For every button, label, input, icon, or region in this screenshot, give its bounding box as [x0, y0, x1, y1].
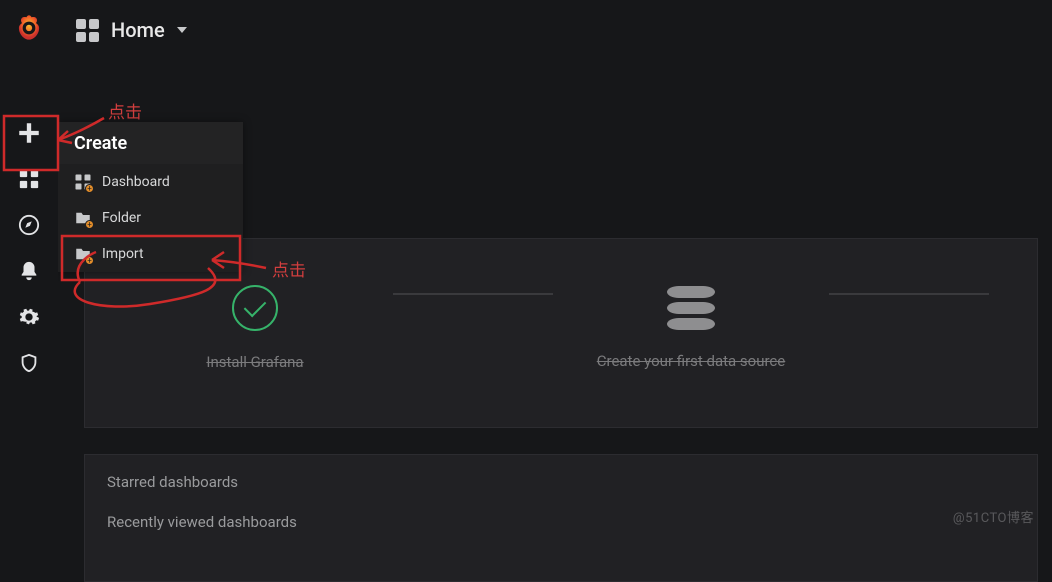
onboarding-step-label: Install Grafana	[206, 353, 303, 371]
folder-add-icon	[74, 209, 92, 227]
create-flyout-menu: Create Dashboard Folder Import	[58, 122, 243, 272]
create-import-item[interactable]: Import	[58, 236, 243, 272]
configuration-button[interactable]	[0, 294, 58, 340]
menu-item-label: Dashboard	[102, 174, 170, 190]
create-folder-item[interactable]: Folder	[58, 200, 243, 236]
create-button[interactable]	[0, 110, 58, 156]
recent-dashboards-heading: Recently viewed dashboards	[107, 513, 1015, 531]
create-flyout-header: Create	[58, 122, 243, 164]
step-connector	[393, 293, 553, 295]
dashboard-picker-label: Home	[111, 18, 165, 42]
onboarding-step-install[interactable]: Install Grafana	[125, 285, 385, 371]
database-icon	[667, 286, 715, 330]
topbar: Home	[58, 0, 1052, 60]
starred-dashboards-heading: Starred dashboards	[107, 473, 1015, 491]
create-dashboard-item[interactable]: Dashboard	[58, 164, 243, 200]
annotation-click-import: 点击	[272, 256, 306, 281]
main-content: Install Grafana Create your first data s…	[84, 238, 1038, 582]
sidebar-nav	[0, 0, 58, 536]
watermark: @51CTO博客	[953, 507, 1034, 526]
onboarding-step-datasource[interactable]: Create your first data source	[561, 286, 821, 370]
dashboards-list-panel: Starred dashboards Recently viewed dashb…	[84, 454, 1038, 582]
chevron-down-icon	[177, 27, 187, 33]
onboarding-step-label: Create your first data source	[597, 352, 786, 370]
import-icon	[74, 245, 92, 263]
step-connector	[829, 293, 989, 295]
dashboards-button[interactable]	[0, 156, 58, 202]
annotation-click-plus: 点击	[108, 98, 142, 123]
dashboard-picker-button[interactable]: Home	[76, 18, 187, 42]
alerting-button[interactable]	[0, 248, 58, 294]
menu-item-label: Folder	[102, 210, 141, 226]
dashboard-icon	[76, 19, 99, 42]
explore-button[interactable]	[0, 202, 58, 248]
server-admin-button[interactable]	[0, 340, 58, 386]
menu-item-label: Import	[102, 246, 144, 262]
check-circle-icon	[232, 285, 278, 331]
dashboard-add-icon	[74, 173, 92, 191]
grafana-logo[interactable]	[0, 0, 58, 58]
